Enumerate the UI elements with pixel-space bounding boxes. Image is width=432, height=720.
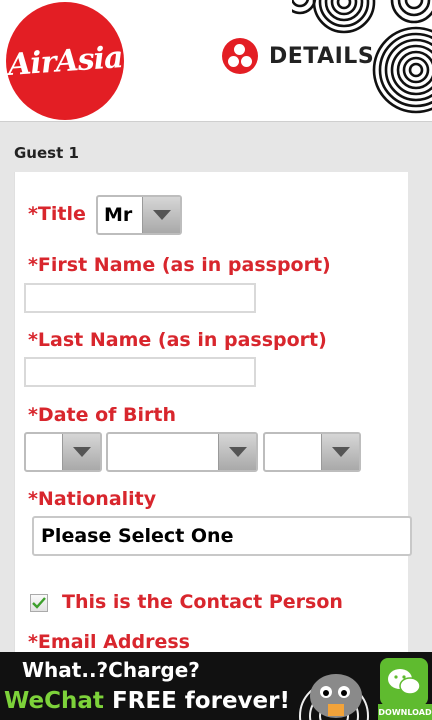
chevron-down-icon (218, 434, 256, 470)
dob-year-select[interactable] (263, 432, 361, 472)
guest-heading: Guest 1 (14, 144, 79, 162)
ad-tagline-brand: WeChat (4, 688, 112, 714)
dob-label: *Date of Birth (28, 404, 177, 426)
first-name-label: *First Name (as in passport) (28, 254, 331, 276)
mascot-icon (299, 674, 369, 720)
ad-banner[interactable]: What..?Charge? WeChat FREE forever! (0, 652, 432, 720)
dob-year-value (265, 434, 321, 470)
ad-tagline-offer: FREE forever! (111, 688, 290, 714)
title-select[interactable]: Mr (96, 195, 182, 235)
app-header: AirAsia DETAILS (0, 0, 432, 122)
last-name-label: *Last Name (as in passport) (28, 329, 327, 351)
airasia-logo[interactable]: AirAsia (6, 2, 124, 120)
email-label: *Email Address (28, 631, 190, 653)
nationality-select-value: Please Select One (41, 525, 234, 547)
logo-text: AirAsia (6, 39, 124, 83)
first-name-input[interactable] (24, 283, 256, 313)
concentric-circles-decoration (292, 0, 432, 114)
checkmark-icon (32, 597, 46, 609)
nationality-select[interactable]: Please Select One (32, 516, 412, 556)
contact-person-label: This is the Contact Person (62, 591, 343, 613)
chevron-down-icon (62, 434, 100, 470)
ad-tagline: WeChat FREE forever! (4, 688, 290, 714)
dob-month-value (108, 434, 218, 470)
title-select-value: Mr (104, 204, 133, 226)
contact-person-checkbox[interactable] (30, 594, 48, 612)
chevron-down-icon (321, 434, 359, 470)
ad-headline: What..?Charge? (22, 658, 200, 682)
wechat-icon (380, 658, 428, 706)
chevron-down-icon (142, 197, 180, 233)
dob-month-select[interactable] (106, 432, 258, 472)
nationality-label: *Nationality (28, 488, 157, 510)
download-button[interactable]: DOWNLOAD (378, 704, 432, 720)
last-name-input[interactable] (24, 357, 256, 387)
dob-day-value (26, 434, 62, 470)
people-icon (222, 38, 258, 74)
dob-day-select[interactable] (24, 432, 102, 472)
title-label: *Title (28, 203, 86, 225)
